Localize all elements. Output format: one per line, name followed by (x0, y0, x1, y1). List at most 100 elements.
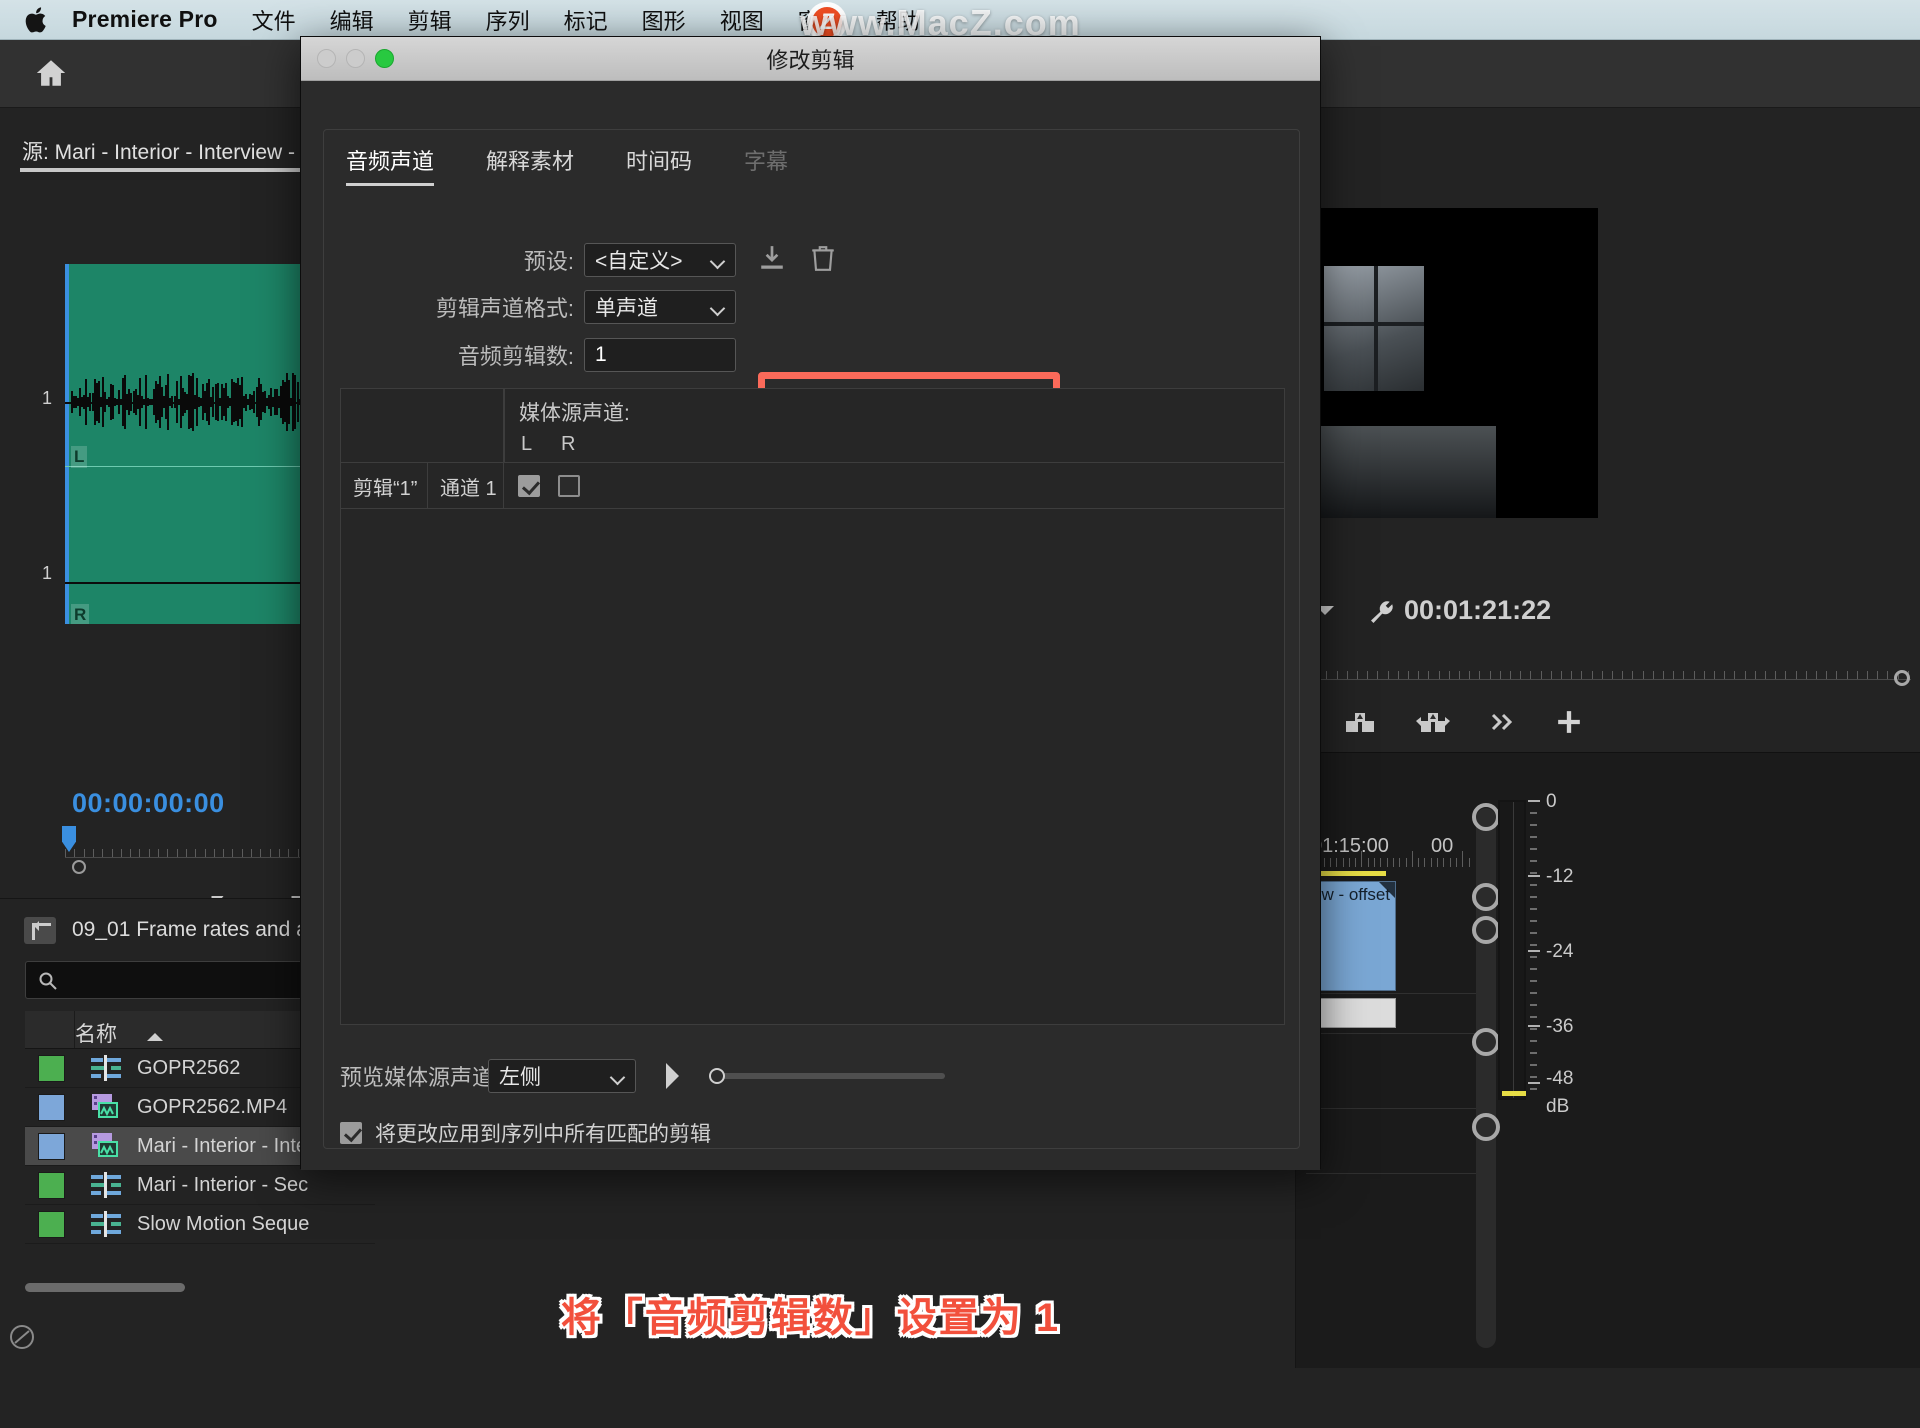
chevron-down-icon (712, 303, 725, 311)
meter-label-db: dB (1546, 1096, 1570, 1117)
program-button-row (1296, 698, 1920, 750)
apply-to-all-row[interactable]: 将更改应用到序列中所有匹配的剪辑 (324, 1115, 1299, 1151)
source-timecode[interactable]: 00:00:00:00 (72, 788, 225, 819)
annotation-text: 将「音频剪辑数」设置为 1 (560, 1296, 1061, 1340)
apply-to-all-label: 将更改应用到序列中所有匹配的剪辑 (375, 1123, 711, 1146)
audio-clip-icon (89, 1210, 123, 1238)
row-clip-label: 剪辑“1” (353, 477, 418, 500)
tab-captions: 字幕 (744, 149, 789, 174)
volume-slider[interactable] (709, 1068, 945, 1084)
trash-icon[interactable] (810, 244, 836, 277)
timeline-scroll-knob[interactable] (1472, 916, 1500, 944)
modify-clip-dialog: 修改剪辑 音频声道 解释素材 时间码 字幕 预设: <自定义> 剪辑声道格式: … (300, 36, 1321, 1170)
folder-up-icon[interactable] (24, 916, 56, 944)
meter-label-24: -24 (1546, 941, 1574, 962)
project-name-column-label: 名称 (75, 1023, 117, 1046)
project-swatch-column (25, 1011, 75, 1048)
timeline-scroll-knob[interactable] (1472, 1028, 1500, 1056)
table-row[interactable]: 剪辑“1” 通道 1 (341, 463, 1284, 509)
plus-icon[interactable] (1556, 709, 1582, 740)
list-item-label: Slow Motion Seque (137, 1212, 310, 1235)
dialog-titlebar[interactable] (301, 37, 1320, 81)
zoom-button[interactable] (375, 49, 394, 68)
menu-item-graphics[interactable]: 图形 (642, 4, 686, 36)
wrench-icon[interactable] (1366, 598, 1396, 633)
channel-r-checkbox[interactable] (558, 475, 580, 497)
timeline-scroll-knob[interactable] (1472, 883, 1500, 911)
source-zoom-knob[interactable] (72, 860, 86, 874)
extract-icon[interactable] (1416, 711, 1450, 738)
clip-color-swatch (38, 1171, 65, 1199)
list-item-label: Mari - Interior - Inte (137, 1134, 308, 1157)
dialog-content-frame: 音频声道 解释素材 时间码 字幕 预设: <自定义> 剪辑声道格式: 单声道 音… (323, 129, 1300, 1149)
clip-color-swatch (38, 1132, 65, 1160)
save-preset-icon[interactable] (758, 244, 786, 277)
video-window-shape (1324, 266, 1424, 391)
timeline-clip-label: ew - offset (1312, 885, 1391, 904)
list-item-label: GOPR2562 (137, 1056, 241, 1079)
program-timecode[interactable]: 00:01:21:22 (1404, 595, 1551, 626)
channel-table-header-blank (341, 389, 504, 463)
more-icon[interactable] (1490, 712, 1516, 737)
menu-item-file[interactable]: 文件 (252, 4, 296, 36)
apply-to-all-checkbox[interactable] (340, 1122, 362, 1144)
channel-header-l: L (521, 433, 533, 455)
program-control-row: 00:01:21:22 (1296, 595, 1920, 648)
row-channel-cell: 通道 1 (428, 463, 504, 509)
clip-format-row: 剪辑声道格式: 单声道 (324, 290, 1064, 324)
clip-format-select[interactable]: 单声道 (584, 290, 736, 324)
play-icon[interactable] (666, 1063, 679, 1089)
volume-slider-knob[interactable] (709, 1068, 725, 1084)
audio-meter-scale: 0 -12 -24 -36 -48 dB (1528, 791, 1608, 1117)
audio-clip-icon (89, 1171, 123, 1199)
audio-clip-count-input[interactable]: 1 (584, 338, 736, 372)
program-zoom-knob[interactable] (1894, 670, 1910, 686)
program-video-frame[interactable] (1316, 208, 1598, 518)
menu-item-marker[interactable]: 标记 (564, 4, 608, 36)
video-clip-icon (89, 1093, 123, 1121)
audio-clip-count-row: 音频剪辑数: 1 (324, 338, 1064, 372)
dialog-tabs: 音频声道 解释素材 时间码 字幕 (346, 144, 840, 186)
waveform-playhead[interactable] (65, 264, 69, 624)
program-time-ruler[interactable] (1306, 658, 1911, 680)
chevron-down-icon (712, 256, 725, 264)
timeline-scroll-knob[interactable] (1472, 1113, 1500, 1141)
tab-interpret-footage[interactable]: 解释素材 (486, 144, 574, 186)
video-clip-icon (89, 1132, 123, 1160)
menu-item-help[interactable]: 帮助 (876, 4, 920, 36)
scrollbar-thumb[interactable] (25, 1283, 185, 1292)
program-monitor-panel: 00:01:21:22 (1295, 108, 1920, 748)
menu-item-edit[interactable]: 编辑 (330, 4, 374, 36)
list-item[interactable]: Slow Motion Seque (25, 1205, 375, 1244)
menu-item-clip[interactable]: 剪辑 (408, 4, 452, 36)
preset-select[interactable]: <自定义> (584, 243, 736, 277)
menu-item-view[interactable]: 视图 (720, 4, 764, 36)
meter-label-12: -12 (1546, 866, 1574, 887)
meter-label-0: 0 (1546, 791, 1557, 812)
preview-source-label: 预览媒体源声道: (340, 1065, 501, 1090)
apple-logo-icon[interactable] (24, 5, 50, 35)
list-item-label: Mari - Interior - Sec (137, 1173, 309, 1196)
home-icon[interactable] (34, 56, 68, 90)
tab-audio-channels[interactable]: 音频声道 (346, 144, 435, 186)
close-button[interactable] (317, 49, 336, 68)
audio-meter-bar (1498, 800, 1526, 1100)
tab-timecode[interactable]: 时间码 (626, 144, 692, 186)
list-item-label: GOPR2562.MP4 (137, 1095, 288, 1118)
macos-menu-bar: Premiere Pro 文件 编辑 剪辑 序列 标记 图形 视图 窗口 帮助 (0, 0, 1920, 40)
lift-icon[interactable] (1346, 711, 1376, 738)
app-name-label: Premiere Pro (72, 6, 218, 32)
timeline-track-divider (1306, 1108, 1476, 1109)
channel-l-checkbox[interactable] (518, 475, 540, 497)
minimize-button[interactable] (346, 49, 365, 68)
new-item-icon[interactable] (8, 1323, 36, 1351)
preview-source-select[interactable]: 左侧 (488, 1059, 636, 1093)
timeline-scroll-knob[interactable] (1472, 803, 1500, 831)
media-source-channel-header: 媒体源声道: L R (504, 389, 1284, 463)
menu-item-sequence[interactable]: 序列 (486, 4, 530, 36)
waveform-track-number-top: 1 (42, 388, 53, 408)
row-checkbox-cell (504, 463, 1284, 509)
list-item[interactable]: Mari - Interior - Sec (25, 1166, 375, 1205)
timeline-track-divider (1306, 1033, 1476, 1034)
sort-ascending-icon[interactable] (147, 1025, 163, 1041)
